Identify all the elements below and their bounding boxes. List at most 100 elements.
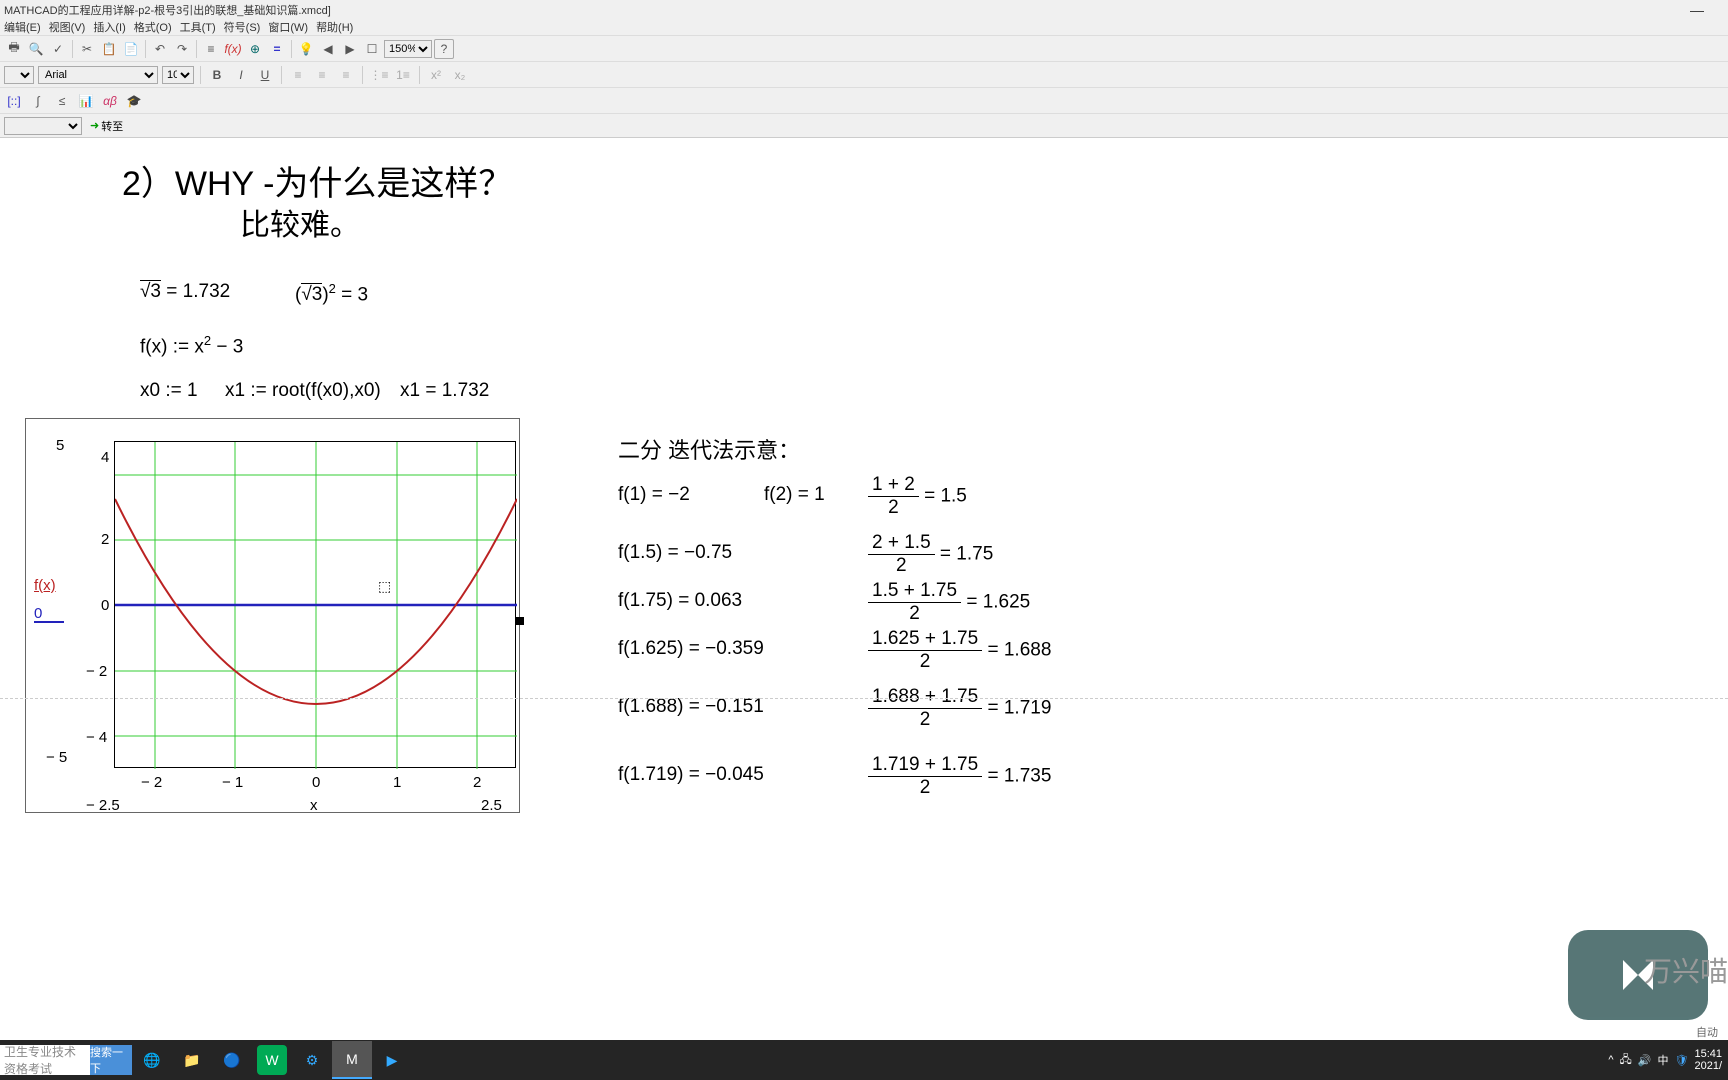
menu-tools[interactable]: 工具(T) xyxy=(180,19,216,34)
italic-icon[interactable]: I xyxy=(231,65,251,85)
iter-1-f[interactable]: f(1.5) = −0.75 xyxy=(618,542,732,564)
ytick-4: 4 xyxy=(101,449,109,466)
menu-insert[interactable]: 插入(I) xyxy=(93,19,125,34)
iter-5-f[interactable]: f(1.719) = −0.045 xyxy=(618,764,764,786)
iter-0-frac[interactable]: 1 + 22 = 1.5 xyxy=(868,474,967,519)
tray-date[interactable]: 2021/ xyxy=(1694,1060,1722,1072)
window-title: MATHCAD的工程应用详解-p2-根号3引出的联想_基础知识篇.xmcd] xyxy=(4,2,331,16)
iter-0-f2[interactable]: f(2) = 1 xyxy=(764,484,825,506)
align-left-icon[interactable]: ≡ xyxy=(288,65,308,85)
bullets-icon[interactable]: ⋮≡ xyxy=(369,65,389,85)
prev-icon[interactable]: ◀ xyxy=(318,39,338,59)
iter-4-frac[interactable]: 1.688 + 1.752 = 1.719 xyxy=(868,686,1051,731)
format-toolbar: Arial 10 B I U ≡ ≡ ≡ ⋮≡ 1≡ x² x₂ xyxy=(0,62,1728,88)
iter-4-f[interactable]: f(1.688) = −0.151 xyxy=(618,696,764,718)
superscript-icon[interactable]: x² xyxy=(426,65,446,85)
menu-window[interactable]: 窗口(W) xyxy=(268,19,308,34)
zoom-select[interactable]: 150% xyxy=(384,40,432,58)
menu-edit[interactable]: 编辑(E) xyxy=(4,19,41,34)
xtick-0: 0 xyxy=(312,774,320,791)
size-select[interactable]: 10 xyxy=(162,66,194,84)
symbolic-icon[interactable]: 🎓 xyxy=(124,91,144,111)
ytick-0: 0 xyxy=(101,597,109,614)
xtick-1: 1 xyxy=(393,774,401,791)
cut-icon[interactable]: ✂ xyxy=(77,39,97,59)
taskbar-search[interactable]: 卫生专业技术资格考试 xyxy=(0,1045,90,1075)
taskbar-search-button[interactable]: 搜索一下 xyxy=(90,1045,132,1075)
section-heading: 2）WHY -为什么是这样？ xyxy=(122,156,512,205)
menu-help[interactable]: 帮助(H) xyxy=(316,19,353,34)
y-label-0: 0 xyxy=(34,605,42,622)
tray-network-icon[interactable]: 🖧 xyxy=(1620,1051,1632,1070)
eq-fx-def[interactable]: f(x) := x2 − 3 xyxy=(140,333,243,358)
redo-icon[interactable]: ↷ xyxy=(172,39,192,59)
paste-icon[interactable]: 📄 xyxy=(121,39,141,59)
inequality-icon[interactable]: ≤ xyxy=(52,91,72,111)
iter-5-frac[interactable]: 1.719 + 1.752 = 1.735 xyxy=(868,754,1051,799)
check-icon[interactable]: ✓ xyxy=(48,39,68,59)
goto-button[interactable]: ➜转至 xyxy=(86,117,127,135)
align-icon[interactable]: ≡ xyxy=(201,39,221,59)
align-right-icon[interactable]: ≡ xyxy=(336,65,356,85)
taskbar-app2-icon[interactable]: ▶ xyxy=(372,1041,412,1079)
iter-1-frac[interactable]: 2 + 1.52 = 1.75 xyxy=(868,532,993,577)
menu-format[interactable]: 格式(O) xyxy=(134,19,172,34)
font-select[interactable]: Arial xyxy=(38,66,158,84)
taskbar-sogou-icon[interactable]: 🔵 xyxy=(212,1041,252,1079)
integral-icon[interactable]: ∫ xyxy=(28,91,48,111)
ytick-2: 2 xyxy=(101,531,109,548)
taskbar-explorer-icon[interactable]: 📁 xyxy=(172,1041,212,1079)
print-icon[interactable]: 🖶 xyxy=(4,39,24,59)
tray-volume-icon[interactable]: 🔊 xyxy=(1638,1054,1652,1067)
plot-region[interactable]: 5 f(x) 0 − 5 4 2 0 − 2 − 4 − 2 − 1 0 1 2… xyxy=(25,418,520,813)
align-center-icon[interactable]: ≡ xyxy=(312,65,332,85)
tray-ime-icon[interactable]: 中 xyxy=(1658,1052,1669,1068)
help-icon[interactable]: ? xyxy=(434,39,454,59)
next-icon[interactable]: ▶ xyxy=(340,39,360,59)
iter-2-frac[interactable]: 1.5 + 1.752 = 1.625 xyxy=(868,580,1030,625)
bold-icon[interactable]: B xyxy=(207,65,227,85)
copy-icon[interactable]: 📋 xyxy=(99,39,119,59)
greek-icon[interactable]: αβ xyxy=(100,91,120,111)
minimize-button[interactable]: — xyxy=(1690,2,1704,16)
taskbar-browser-icon[interactable]: 🌐 xyxy=(132,1041,172,1079)
y-upper-limit: 5 xyxy=(56,437,64,454)
plot-area xyxy=(114,441,516,768)
taskbar-app1-icon[interactable]: ⚙ xyxy=(292,1041,332,1079)
preview-icon[interactable]: 🔍 xyxy=(26,39,46,59)
x-lower-limit: − 2.5 xyxy=(86,797,120,814)
matrix-icon[interactable]: [::] xyxy=(4,91,24,111)
box-icon[interactable]: ☐ xyxy=(362,39,382,59)
unit-icon[interactable]: ⊕ xyxy=(245,39,265,59)
plot-handle[interactable] xyxy=(516,617,524,625)
numbers-icon[interactable]: 1≡ xyxy=(393,65,413,85)
iter-0-f[interactable]: f(1) = −2 xyxy=(618,484,690,506)
menu-symbol[interactable]: 符号(S) xyxy=(224,19,261,34)
taskbar-mathcad-icon[interactable]: M xyxy=(332,1041,372,1079)
nav-select[interactable] xyxy=(4,117,82,135)
eq-x1-def[interactable]: x1 := root(f(x0),x0) xyxy=(225,380,381,402)
iter-3-frac[interactable]: 1.625 + 1.752 = 1.688 xyxy=(868,628,1051,673)
equals-icon[interactable]: = xyxy=(267,39,287,59)
underline-icon[interactable]: U xyxy=(255,65,275,85)
style-select[interactable] xyxy=(4,66,34,84)
page-break xyxy=(0,698,1728,699)
calc-icon[interactable]: 💡 xyxy=(296,39,316,59)
eq-x1-val[interactable]: x1 = 1.732 xyxy=(400,380,489,402)
y-lower-limit: − 5 xyxy=(46,749,67,766)
iter-3-f[interactable]: f(1.625) = −0.359 xyxy=(618,638,764,660)
tray-chevron-icon[interactable]: ^ xyxy=(1608,1054,1613,1066)
document-content[interactable]: 2）WHY -为什么是这样？ 比较难。 √3 = 1.732 (√3)2 = 3… xyxy=(0,138,1728,1040)
eq-x0[interactable]: x0 := 1 xyxy=(140,380,198,402)
undo-icon[interactable]: ↶ xyxy=(150,39,170,59)
eq-sqrt3-squared[interactable]: (√3)2 = 3 xyxy=(295,281,368,306)
taskbar-wps-icon[interactable]: W xyxy=(257,1045,287,1075)
iter-2-f[interactable]: f(1.75) = 0.063 xyxy=(618,590,742,612)
graph-icon[interactable]: 📊 xyxy=(76,91,96,111)
eq-sqrt3[interactable]: √3 = 1.732 xyxy=(140,281,230,303)
tray-shield-icon[interactable]: 🛡 xyxy=(1675,1054,1689,1067)
function-icon[interactable]: f(x) xyxy=(223,39,243,59)
menu-view[interactable]: 视图(V) xyxy=(49,19,86,34)
subscript-icon[interactable]: x₂ xyxy=(450,65,470,85)
tray-time[interactable]: 15:41 xyxy=(1694,1048,1722,1060)
